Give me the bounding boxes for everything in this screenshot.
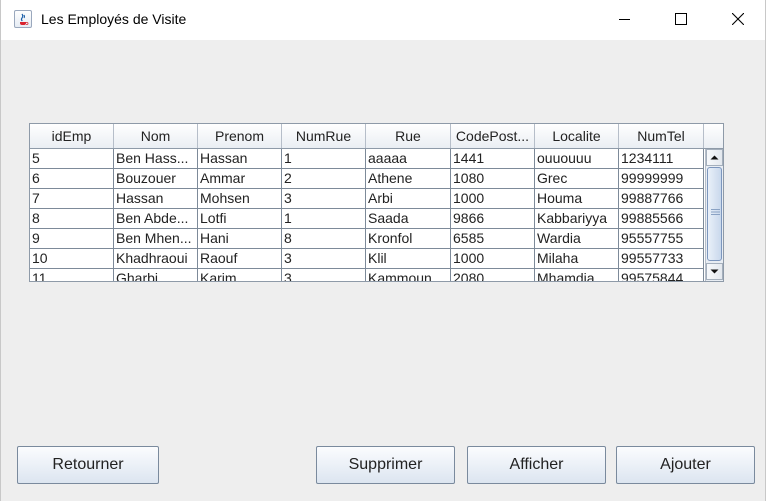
table-cell[interactable]: 3 (282, 189, 366, 209)
table-cell[interactable]: 1000 (451, 189, 535, 209)
table-cell[interactable]: 11 (30, 269, 114, 281)
table-cell[interactable]: Houma (535, 189, 619, 209)
table-cell[interactable]: 99999999 (619, 169, 704, 189)
supprimer-button[interactable]: Supprimer (316, 446, 455, 484)
table-row[interactable]: 6 Bouzouer Ammar 2 Athene 1080 Grec 99999999 (30, 169, 704, 189)
table-row[interactable]: 11 Gharbi Karim 3 Kammoun 2080 Mhamdia 99575844 (30, 269, 704, 281)
table-cell[interactable]: Athene (366, 169, 451, 189)
table-cell[interactable]: Lotfi (198, 209, 282, 229)
table-cell[interactable]: 6585 (451, 229, 535, 249)
table-header: idEmp Nom Prenom NumRue Rue CodePost... … (30, 124, 723, 149)
table-cell[interactable]: Kronfol (366, 229, 451, 249)
column-header-prenom[interactable]: Prenom (198, 124, 282, 148)
table-cell[interactable]: Khadhraoui (114, 249, 198, 269)
table-cell[interactable]: 1 (282, 209, 366, 229)
table-cell[interactable]: 1441 (451, 149, 535, 169)
scroll-thumb[interactable] (707, 167, 722, 261)
minimize-button[interactable] (602, 0, 648, 40)
table-cell[interactable]: Ammar (198, 169, 282, 189)
maximize-icon (675, 13, 687, 25)
afficher-button[interactable]: Afficher (467, 446, 606, 484)
table-cell[interactable]: 10 (30, 249, 114, 269)
table-cell[interactable]: Mhamdia (535, 269, 619, 281)
table-cell[interactable]: Grec (535, 169, 619, 189)
table-cell[interactable]: 9866 (451, 209, 535, 229)
table-cell[interactable]: ouuouuu (535, 149, 619, 169)
table-row[interactable]: 5 Ben Hass... Hassan 1 aaaaa 1441 ouuouuu 12341… (30, 149, 704, 169)
table-cell[interactable]: Hassan (114, 189, 198, 209)
table-cell[interactable]: 7 (30, 189, 114, 209)
table-cell[interactable]: 2 (282, 169, 366, 189)
table-cell[interactable]: Mohsen (198, 189, 282, 209)
arrow-down-icon (710, 269, 719, 274)
ajouter-button[interactable]: Ajouter (616, 446, 755, 484)
table-cell[interactable]: 95557755 (619, 229, 704, 249)
table-row[interactable]: 7 Hassan Mohsen 3 Arbi 1000 Houma 99887766 (30, 189, 704, 209)
table-cell[interactable]: Bouzouer (114, 169, 198, 189)
column-header-numrue[interactable]: NumRue (282, 124, 366, 148)
table-cell[interactable]: Karim (198, 269, 282, 281)
table-cell[interactable]: Ben Abde... (114, 209, 198, 229)
scroll-down-button[interactable] (706, 263, 723, 280)
column-header-localite[interactable]: Localite (535, 124, 619, 148)
table-cell[interactable]: 2080 (451, 269, 535, 281)
table-body: 5 Ben Hass... Hassan 1 aaaaa 1441 ouuouuu 12341… (30, 149, 704, 281)
table-cell[interactable]: 8 (30, 209, 114, 229)
table-cell[interactable]: 8 (282, 229, 366, 249)
table-cell[interactable]: 1080 (451, 169, 535, 189)
table-cell[interactable]: 5 (30, 149, 114, 169)
close-icon (732, 13, 744, 25)
grip-icon (711, 209, 720, 215)
window-title: Les Employés de Visite (41, 11, 187, 27)
retourner-button[interactable]: Retourner (17, 446, 159, 484)
table-cell[interactable]: Arbi (366, 189, 451, 209)
minimize-icon (619, 19, 630, 20)
table-cell[interactable]: 99887766 (619, 189, 704, 209)
table-cell[interactable]: Ben Hass... (114, 149, 198, 169)
header-corner (704, 124, 723, 148)
column-header-rue[interactable]: Rue (366, 124, 451, 148)
column-header-numtel[interactable]: NumTel (619, 124, 704, 148)
maximize-button[interactable] (658, 0, 704, 40)
table-cell[interactable]: 1000 (451, 249, 535, 269)
table-cell[interactable]: 3 (282, 269, 366, 281)
column-header-idemp[interactable]: idEmp (30, 124, 114, 148)
main-window: Les Employés de Visite idEmp Nom Prenom … (0, 0, 766, 501)
table-cell[interactable]: 6 (30, 169, 114, 189)
column-header-nom[interactable]: Nom (114, 124, 198, 148)
close-button[interactable] (715, 0, 761, 40)
table-cell[interactable]: Klil (366, 249, 451, 269)
table-cell[interactable]: Kammoun (366, 269, 451, 281)
table-row[interactable]: 10 Khadhraoui Raouf 3 Klil 1000 Milaha 99557733 (30, 249, 704, 269)
table-cell[interactable]: 1 (282, 149, 366, 169)
table-cell[interactable]: 99557733 (619, 249, 704, 269)
table-cell[interactable]: Hani (198, 229, 282, 249)
employees-table[interactable]: idEmp Nom Prenom NumRue Rue CodePost... … (29, 123, 724, 282)
table-cell[interactable]: 9 (30, 229, 114, 249)
table-cell[interactable]: 99575844 (619, 269, 704, 281)
table-row[interactable]: 8 Ben Abde... Lotfi 1 Saada 9866 Kabbariyya 998… (30, 209, 704, 229)
table-cell[interactable]: 99885566 (619, 209, 704, 229)
column-header-codepostal[interactable]: CodePost... (451, 124, 535, 148)
table-cell[interactable]: Saada (366, 209, 451, 229)
table-cell[interactable]: 1234111 (619, 149, 704, 169)
table-cell[interactable]: Hassan (198, 149, 282, 169)
table-cell[interactable]: Ben Mhen... (114, 229, 198, 249)
scroll-up-button[interactable] (706, 149, 723, 166)
java-coffee-icon (14, 10, 32, 28)
table-cell[interactable]: Wardia (535, 229, 619, 249)
table-cell[interactable]: aaaaa (366, 149, 451, 169)
title-bar: Les Employés de Visite (1, 0, 765, 40)
table-cell[interactable]: Kabbariyya (535, 209, 619, 229)
table-cell[interactable]: Gharbi (114, 269, 198, 281)
arrow-up-icon (710, 155, 719, 160)
vertical-scrollbar[interactable] (705, 149, 723, 281)
table-row[interactable]: 9 Ben Mhen... Hani 8 Kronfol 6585 Wardia 955577… (30, 229, 704, 249)
table-cell[interactable]: Raouf (198, 249, 282, 269)
table-cell[interactable]: 3 (282, 249, 366, 269)
table-cell[interactable]: Milaha (535, 249, 619, 269)
